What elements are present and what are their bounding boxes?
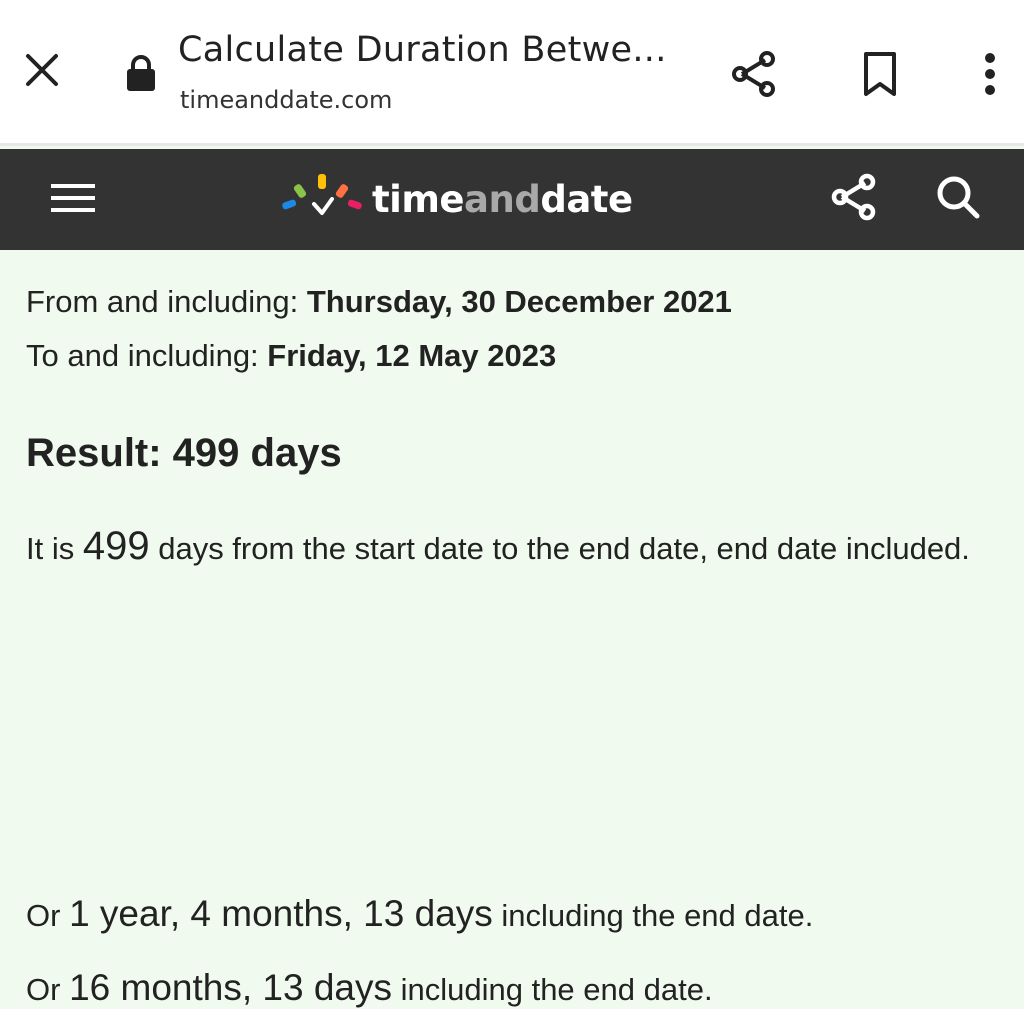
share-icon	[728, 48, 780, 105]
to-label: To and including:	[26, 338, 259, 373]
bookmark-icon	[858, 50, 902, 103]
para-suffix: days from the start date to the end date…	[149, 531, 970, 566]
alt2-value: 16 months, 13 days	[69, 967, 392, 1008]
logo-mark-icon	[280, 172, 366, 227]
more-options-button[interactable]	[962, 48, 1018, 104]
menu-icon	[49, 180, 97, 221]
alt1-prefix: Or	[26, 898, 70, 933]
search-button[interactable]	[930, 171, 986, 227]
alt1-suffix: including the end date.	[492, 898, 814, 933]
to-date-line: To and including: Friday, 12 May 2023	[26, 336, 556, 376]
share-button[interactable]	[726, 48, 782, 104]
alt-result-months: Or 16 months, 13 days including the end …	[26, 967, 713, 1009]
site-logo[interactable]: timeanddate	[280, 171, 633, 227]
search-icon	[934, 173, 982, 226]
alt-result-years: Or 1 year, 4 months, 13 days including t…	[26, 893, 813, 935]
to-value: Friday, 12 May 2023	[267, 338, 557, 373]
bookmark-button[interactable]	[852, 48, 908, 104]
brand-time: time	[372, 177, 465, 221]
close-icon	[24, 52, 60, 93]
brand-name: timeanddate	[372, 178, 633, 221]
result-description: It is 499 days from the start date to th…	[26, 518, 1006, 577]
page-title: Calculate Duration Betwe...	[178, 30, 667, 70]
from-value: Thursday, 30 December 2021	[306, 284, 732, 319]
browser-toolbar: Calculate Duration Betwe... timeanddate.…	[0, 0, 1024, 146]
para-prefix: It is	[26, 531, 83, 566]
site-share-button[interactable]	[826, 171, 882, 227]
alt2-prefix: Or	[26, 972, 70, 1007]
brand-date: date	[540, 177, 633, 221]
share-icon	[828, 171, 880, 228]
site-header: timeanddate	[0, 149, 1024, 250]
page-url: timeanddate.com	[180, 86, 393, 114]
more-vert-icon	[980, 50, 1000, 103]
para-days: 499	[82, 524, 150, 568]
alt1-value: 1 year, 4 months, 13 days	[69, 893, 493, 934]
brand-and: and	[464, 177, 541, 221]
alt2-suffix: including the end date.	[391, 972, 713, 1007]
from-date-line: From and including: Thursday, 30 Decembe…	[26, 282, 732, 322]
result-heading: Result: 499 days	[26, 431, 342, 475]
lock-icon	[124, 54, 158, 92]
close-tab-button[interactable]	[18, 48, 66, 96]
menu-button[interactable]	[46, 175, 100, 225]
from-label: From and including:	[26, 284, 299, 319]
